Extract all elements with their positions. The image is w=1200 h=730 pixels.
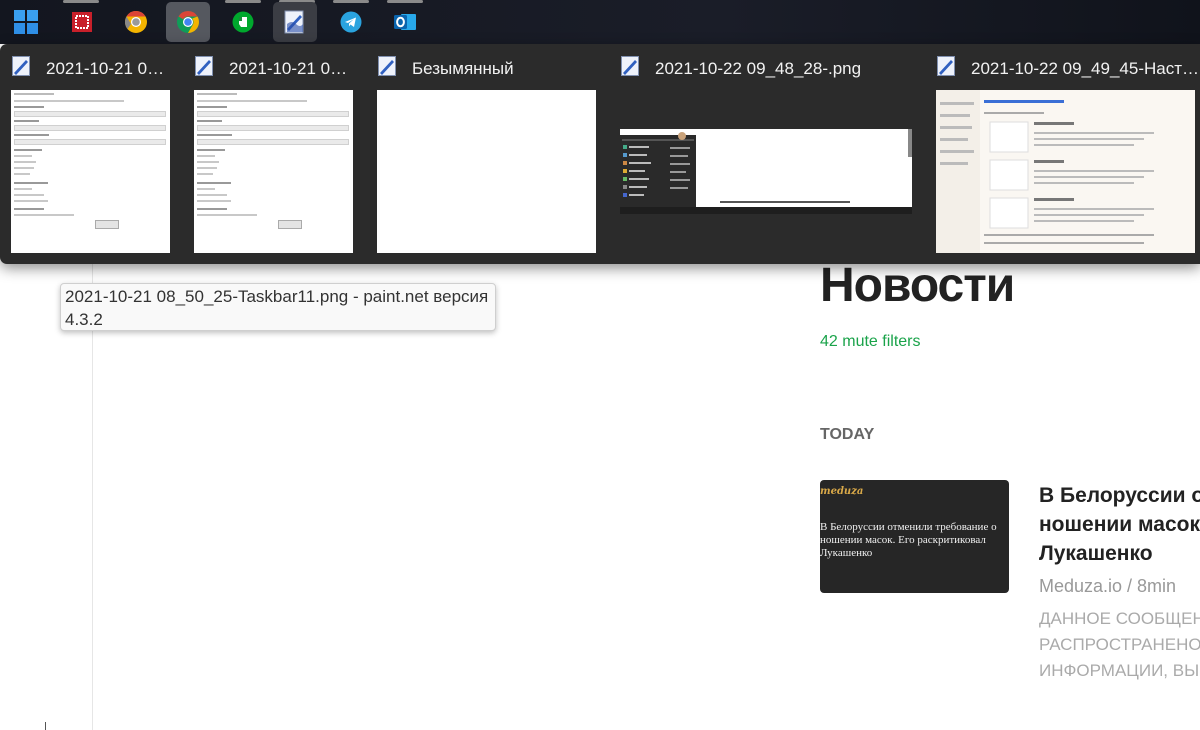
section-label-today: TODAY (820, 426, 875, 443)
preview-line (197, 100, 307, 102)
start-button[interactable] (4, 2, 48, 42)
window-thumbnail-title[interactable]: 2021-10-22 09_49_45-Наст… (971, 59, 1199, 79)
page-title: Новости (820, 259, 1015, 312)
preview-line (14, 188, 32, 190)
window-thumbnail-title[interactable]: 2021-10-21 0… (46, 59, 164, 79)
window-thumbnail-preview[interactable] (377, 90, 596, 253)
snippet-line: ИНФОРМАЦИИ, ВЫПОЛНЯЮЩИМ ФУНКЦИИ (1039, 661, 1200, 680)
preview-line (197, 188, 215, 190)
paintnet-icon (12, 56, 30, 76)
evernote-button[interactable] (221, 2, 265, 42)
window-title-tooltip: 2021-10-21 08_50_25-Taskbar11.png - pain… (60, 283, 496, 331)
chrome-dev-button[interactable] (114, 2, 158, 42)
paintnet-icon (378, 56, 396, 76)
paintnet-icon (284, 10, 304, 34)
paintnet-icon (937, 56, 955, 76)
meduza-logo: meduza (820, 486, 864, 497)
preview-dropdown (14, 125, 166, 131)
taskbar-thumbnail-flyout: 2021-10-21 0… 2021-10-21 0… Безымянный 2… (0, 44, 1200, 264)
preview-line (197, 167, 217, 169)
start-menu-screenshot-preview (620, 129, 912, 214)
preview-line (197, 155, 215, 157)
article-thumbnail[interactable]: meduza В Белоруссии отменили требование … (820, 480, 1009, 593)
paintnet-icon (195, 56, 213, 76)
preview-line (14, 93, 54, 95)
preview-line (197, 106, 227, 108)
preview-line (14, 106, 44, 108)
outlook-icon (394, 14, 416, 30)
preview-line (197, 120, 222, 122)
preview-line (197, 208, 227, 210)
preview-dropdown (197, 111, 349, 117)
app-red-icon (72, 12, 92, 32)
window-thumbnail-title[interactable]: 2021-10-22 09_48_28-.png (655, 59, 861, 79)
outlook-button[interactable] (383, 2, 427, 42)
preview-line (14, 134, 49, 136)
telegram-icon (340, 11, 362, 33)
preview-line (14, 200, 48, 202)
snippet-line: РАСПРОСТРАНЕНО ИНОСТРАННЫМ СРЕДСТВОМ МАС… (1039, 635, 1200, 654)
evernote-icon (232, 11, 254, 33)
preview-dropdown (14, 111, 166, 117)
window-thumbnail-title[interactable]: Безымянный (412, 59, 514, 79)
chrome-button[interactable] (166, 2, 210, 42)
preview-line (14, 149, 42, 151)
article-source: Meduza.io / 8min (1039, 576, 1177, 596)
settings-window-preview (11, 90, 170, 253)
paintnet-button[interactable] (273, 2, 317, 42)
preview-line (197, 149, 225, 151)
window-thumbnail-preview[interactable] (11, 90, 170, 253)
window-thumbnail-preview[interactable] (936, 90, 1195, 253)
preview-line (14, 182, 48, 184)
preview-line (14, 120, 39, 122)
article-snippet: ДАННОЕ СООБЩЕНИЕ (МАТЕРИАЛ) СОЗДАНО И (И… (1039, 606, 1200, 684)
preview-line (197, 173, 213, 175)
settings-screenshot-preview (936, 90, 1154, 253)
telegram-button[interactable] (329, 2, 373, 42)
preview-line (197, 93, 237, 95)
preview-line (14, 161, 36, 163)
article-title-line: ношении масок (1039, 513, 1200, 536)
paintnet-icon (621, 56, 639, 76)
window-thumbnail-preview[interactable] (620, 129, 912, 214)
article-title-line: В Белоруссии отменили требование о (1039, 484, 1200, 507)
preview-line (14, 194, 44, 196)
preview-line (14, 208, 44, 210)
preview-button (95, 220, 119, 229)
preview-line (14, 214, 74, 216)
window-thumbnail-preview[interactable] (194, 90, 353, 253)
preview-line (197, 200, 231, 202)
snippet-line: ДАННОЕ СООБЩЕНИЕ (МАТЕРИАЛ) СОЗДАНО И (И… (1039, 609, 1200, 628)
mute-filters-link[interactable]: 42 mute filters (820, 333, 920, 351)
window-thumbnail-title[interactable]: 2021-10-21 0… (229, 59, 347, 79)
taskbar-app-button[interactable] (60, 2, 104, 42)
article-title[interactable]: В Белоруссии отменили требование о ношен… (1039, 481, 1200, 568)
preview-line (197, 182, 231, 184)
preview-line (14, 155, 32, 157)
taskbar (0, 0, 1200, 44)
scroll-tick (45, 722, 46, 730)
preview-line (197, 134, 232, 136)
preview-dropdown (197, 125, 349, 131)
start-icon (14, 10, 38, 34)
preview-line (14, 100, 124, 102)
preview-line (14, 173, 30, 175)
preview-line (197, 194, 227, 196)
preview-line (197, 161, 219, 163)
preview-button (278, 220, 302, 229)
thumbnail-caption: В Белоруссии отменили требование о ношен… (820, 521, 997, 559)
preview-line (197, 214, 257, 216)
chrome-icon (177, 11, 199, 33)
settings-window-preview (194, 90, 353, 253)
chrome-dev-icon (125, 11, 147, 33)
preview-line (14, 167, 34, 169)
article-title-line: Лукашенко (1039, 542, 1153, 565)
preview-dropdown (197, 139, 349, 145)
preview-dropdown (14, 139, 166, 145)
